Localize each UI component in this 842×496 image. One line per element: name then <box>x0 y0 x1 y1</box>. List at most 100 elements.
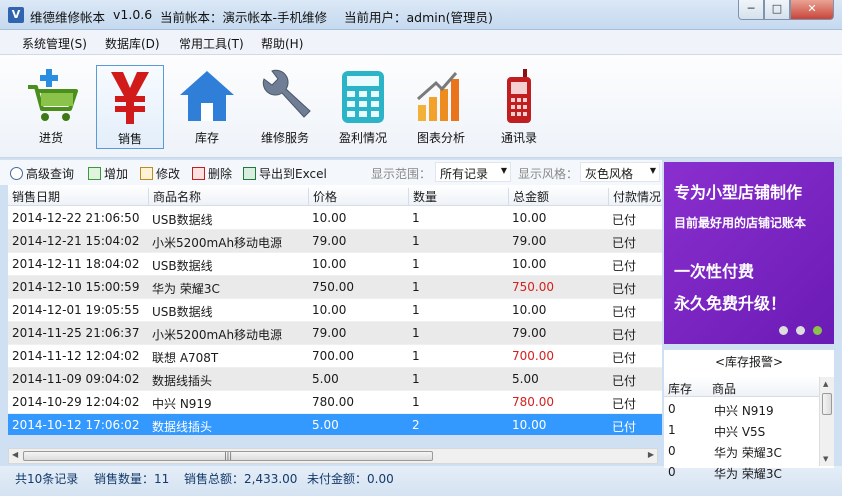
scroll-down-icon[interactable]: ▼ <box>823 455 828 463</box>
cell-product: 联想 A708T <box>152 351 219 365</box>
toolbar-inventory-button[interactable]: 库存 <box>172 65 242 149</box>
col-date[interactable]: 销售日期 <box>8 188 60 206</box>
cell-total: 700.00 <box>512 349 554 363</box>
toolbar-contacts-button[interactable]: 通讯录 <box>484 65 554 149</box>
table-row[interactable]: 2014-12-21 15:04:02 小米5200mAh移动电源 79.00 1 79… <box>8 230 662 253</box>
cell-product: 中兴 N919 <box>152 397 212 411</box>
chevron-down-icon: ▼ <box>649 166 656 175</box>
cell-payment: 已付 <box>612 374 637 388</box>
menu-tools[interactable]: 常用工具(T) <box>179 35 244 52</box>
menu-help[interactable]: 帮助(H) <box>261 35 303 52</box>
toolbar-repair-button[interactable]: 维修服务 <box>250 65 320 149</box>
cell-date: 2014-12-10 15:00:59 <box>12 280 140 294</box>
stock-row[interactable]: 1 中兴 V5S <box>664 420 818 441</box>
close-button[interactable]: ✕ <box>790 0 834 20</box>
scroll-right-icon[interactable]: ▶ <box>648 450 654 459</box>
style-select[interactable]: 灰色风格 ▼ <box>580 162 660 182</box>
toolbar-contacts-label: 通讯录 <box>500 131 537 145</box>
col-product[interactable]: 商品名称 <box>148 188 201 206</box>
carousel-dot-active[interactable] <box>813 326 822 335</box>
range-select[interactable]: 所有记录 ▼ <box>435 162 511 182</box>
mobile-phone-icon <box>490 67 548 125</box>
advanced-search-button[interactable]: 高级查询 <box>10 165 74 182</box>
stock-alert-panel: <库存报警> 库存 商品 0 中兴 N919 1 中兴 V5S 0 华为 荣耀3C 0 华为 … <box>664 350 834 481</box>
stock-product: 华为 荣耀3C <box>714 467 782 481</box>
table-row[interactable]: 2014-12-11 18:04:02 USB数据线 10.00 1 10.00 已付 <box>8 253 662 276</box>
scroll-left-icon[interactable]: ◀ <box>12 450 18 459</box>
table-row[interactable]: 2014-11-12 12:04:02 联想 A708T 700.00 1 700.00… <box>8 345 662 368</box>
edit-button[interactable]: 修改 <box>140 165 180 182</box>
stock-row[interactable]: 0 华为 荣耀3C <box>664 462 818 483</box>
app-logo-icon: V <box>8 7 24 23</box>
stock-row[interactable]: 0 华为 荣耀3C <box>664 441 818 462</box>
range-label: 显示范围： <box>371 167 432 181</box>
menu-database[interactable]: 数据库(D) <box>105 35 160 52</box>
app-version: v1.0.6 <box>113 7 153 22</box>
toolbar-purchase-button[interactable]: 进货 <box>16 65 86 149</box>
cell-total: 79.00 <box>512 234 547 248</box>
cell-price: 750.00 <box>312 280 354 294</box>
menu-system[interactable]: 系统管理(S) <box>22 35 87 52</box>
toolbar-sales-button[interactable]: 销售 <box>96 65 164 149</box>
cell-price: 79.00 <box>312 234 347 248</box>
cell-qty: 1 <box>412 303 420 317</box>
col-qty[interactable]: 数量 <box>408 188 437 206</box>
col-payment[interactable]: 付款情况 <box>608 188 661 206</box>
table-row-selected[interactable]: 2014-10-12 17:06:02 数据线插头 5.00 2 10.00 已付 <box>8 414 662 435</box>
cell-payment: 已付 <box>612 305 637 319</box>
export-excel-button[interactable]: 导出到Excel <box>243 165 327 182</box>
table-row[interactable]: 2014-12-10 15:00:59 华为 荣耀3C 750.00 1 750.00 已… <box>8 276 662 299</box>
calculator-icon <box>334 67 392 125</box>
cell-total: 10.00 <box>512 257 547 271</box>
table-row[interactable]: 2014-12-01 19:05:55 USB数据线 10.00 1 10.00 已付 <box>8 299 662 322</box>
style-select-value: 灰色风格 <box>585 167 634 181</box>
cell-payment: 已付 <box>612 259 637 273</box>
maximize-button[interactable]: □ <box>764 0 790 20</box>
stock-row[interactable]: 0 中兴 N919 <box>664 399 818 420</box>
cell-qty: 1 <box>412 395 420 409</box>
cell-date: 2014-12-22 21:06:50 <box>12 211 140 225</box>
col-stock[interactable]: 库存 <box>664 380 692 397</box>
cell-price: 700.00 <box>312 349 354 363</box>
carousel-dots <box>771 324 822 338</box>
cell-price: 79.00 <box>312 326 347 340</box>
scroll-up-icon[interactable]: ▲ <box>823 380 828 388</box>
cell-date: 2014-10-12 17:06:02 <box>12 418 140 432</box>
chevron-down-icon: ▼ <box>500 166 507 175</box>
toolbar-chart-button[interactable]: 图表分析 <box>406 65 476 149</box>
scroll-thumb[interactable]: ||| <box>23 451 433 461</box>
carousel-dot[interactable] <box>796 326 805 335</box>
promo-line-2: 目前最好用的店铺记账本 <box>674 216 807 230</box>
table-header: 销售日期 商品名称 价格 数量 总金额 付款情况 <box>8 185 662 206</box>
minimize-button[interactable]: ─ <box>738 0 764 20</box>
cell-total: 10.00 <box>512 211 547 225</box>
current-account: 当前帐本：演示帐本-手机维修 <box>160 10 328 25</box>
cell-total: 79.00 <box>512 326 547 340</box>
table-row[interactable]: 2014-12-22 21:06:50 USB数据线 10.00 1 10.00 已付 <box>8 207 662 230</box>
table-row[interactable]: 2014-10-29 12:04:02 中兴 N919 780.00 1 780.00 已… <box>8 391 662 414</box>
cell-date: 2014-12-21 15:04:02 <box>12 234 140 248</box>
promo-banner[interactable]: 专为小型店铺制作 目前最好用的店铺记账本 一次性付费 永久免费升级！ <box>664 162 834 344</box>
cell-product: 小米5200mAh移动电源 <box>152 236 283 250</box>
toolbar-profit-button[interactable]: 盈利情况 <box>328 65 398 149</box>
promo-line-1: 专为小型店铺制作 <box>674 183 803 202</box>
horizontal-scrollbar[interactable]: ◀ ||| ▶ <box>8 448 658 464</box>
table-row[interactable]: 2014-11-25 21:06:37 小米5200mAh移动电源 79.00 1 79… <box>8 322 662 345</box>
house-icon <box>178 67 236 125</box>
carousel-dot[interactable] <box>779 326 788 335</box>
cell-total: 10.00 <box>512 418 547 432</box>
col-stock-product[interactable]: 商品 <box>708 380 736 397</box>
col-price[interactable]: 价格 <box>308 188 337 206</box>
scroll-thumb[interactable] <box>822 393 832 415</box>
col-total[interactable]: 总金额 <box>508 188 549 206</box>
cell-payment: 已付 <box>612 397 637 411</box>
cell-product: 小米5200mAh移动电源 <box>152 328 283 342</box>
cell-date: 2014-12-11 18:04:02 <box>12 257 140 271</box>
cell-price: 10.00 <box>312 211 347 225</box>
add-button[interactable]: 增加 <box>88 165 128 182</box>
shopping-cart-plus-icon <box>22 67 80 125</box>
delete-button[interactable]: 删除 <box>192 165 232 182</box>
promo-line-4: 永久免费升级！ <box>674 294 787 313</box>
stock-vertical-scrollbar[interactable]: ▲ ▼ <box>819 377 834 466</box>
table-row[interactable]: 2014-11-09 09:04:02 数据线插头 5.00 1 5.00 已付 <box>8 368 662 391</box>
